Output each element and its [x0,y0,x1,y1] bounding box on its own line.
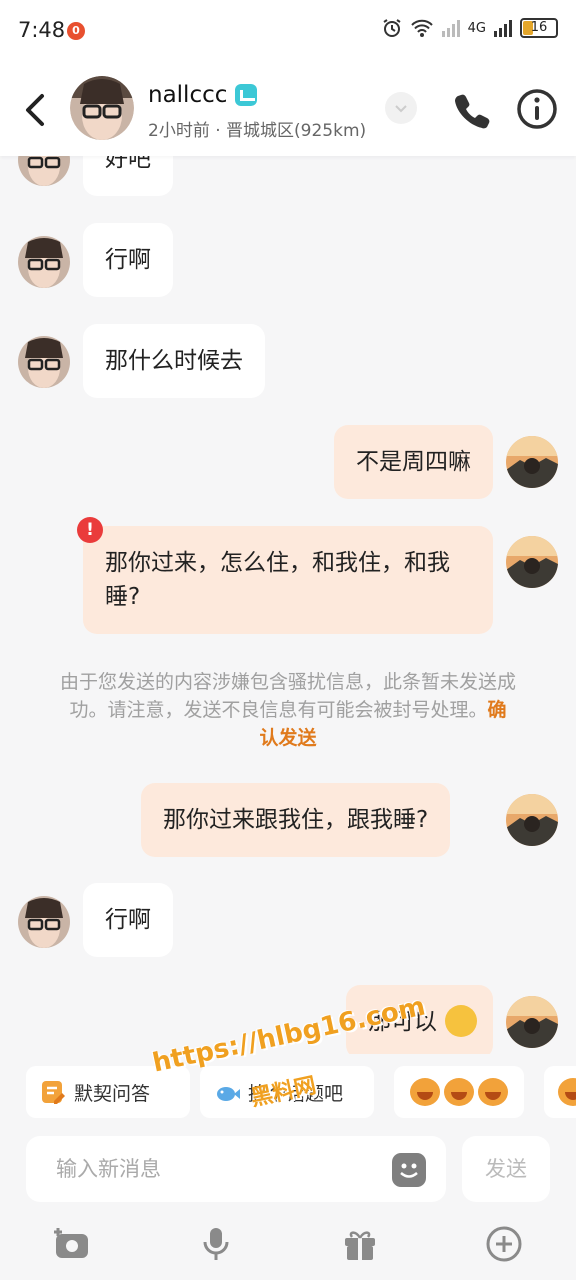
contact-avatar-small[interactable] [18,896,70,948]
message-bubble-incoming[interactable]: 好吧 [83,156,173,196]
camera-icon[interactable] [52,1224,92,1264]
plus-circle-icon[interactable] [484,1224,524,1264]
quick-reply-label: 默契问答 [74,1082,151,1105]
quick-reply-chip-partial[interactable] [544,1066,576,1118]
pencil-icon [42,1081,65,1104]
status-time: 7:48 [18,18,66,42]
info-button[interactable] [516,88,558,130]
message-bubble-outgoing[interactable]: 那可以 [346,985,493,1054]
network-label: 4G [467,20,486,36]
message-text: 那可以 [368,1009,437,1035]
bottom-toolbar [0,1212,576,1280]
quick-reply-chip[interactable]: 撩个话题吧 [200,1066,374,1118]
laughing-face-icon [444,1078,474,1106]
contact-avatar-small[interactable] [18,156,70,186]
my-avatar[interactable] [506,996,558,1048]
signal-icon-2 [494,19,512,37]
my-avatar[interactable] [506,536,558,588]
status-icons: 4G 16 [382,18,558,38]
battery-icon: 16 [520,18,558,38]
verified-badge-icon [235,84,258,106]
message-bubble-incoming[interactable]: 行啊 [83,223,173,297]
message-bubble-outgoing[interactable]: 不是周四嘛 [334,425,493,499]
message-bubble-outgoing[interactable]: 那你过来跟我住，跟我睡? [141,783,451,857]
system-warning-note: 由于您发送的内容涉嫌包含骚扰信息，此条暂未发送成功。请注意，发送不良信息有可能会… [60,668,516,752]
send-button[interactable]: 发送 [462,1136,550,1202]
gift-icon[interactable] [340,1224,380,1264]
quick-reply-chip[interactable]: 默契问答 [26,1066,190,1118]
notification-badge: 0 [67,22,85,40]
back-arrow-icon[interactable] [20,92,50,128]
message-bubble-incoming[interactable]: 行啊 [83,883,173,957]
emoji-picker-button[interactable] [392,1153,426,1187]
status-bar: 7:48 0 4G 16 [0,0,576,64]
my-avatar[interactable] [506,436,558,488]
contact-avatar-small[interactable] [18,336,70,388]
contact-name-row: nallccc [148,82,258,108]
laughing-emoji-icon [445,1005,477,1037]
contact-avatar[interactable] [70,76,134,140]
my-avatar[interactable] [506,794,558,846]
smiley-icon [400,1163,418,1178]
mic-icon[interactable] [196,1224,236,1264]
message-list[interactable]: 好吧 行啊 那什么时候去 不是周四嘛 那你过来，怎么住，和我住，和我睡? ! 由… [0,156,576,1054]
chat-header: nallccc 2小时前 · 晋城城区(925km) [0,64,576,156]
laughing-face-icon [558,1078,576,1106]
compose-bar: 发送 [0,1136,576,1202]
wifi-icon [410,19,433,37]
laughing-face-icon [410,1078,440,1106]
quick-reply-bar[interactable]: 默契问答 撩个话题吧 [0,1062,576,1122]
fish-icon [217,1087,240,1101]
laughing-face-icon [478,1078,508,1106]
signal-icon-1 [441,19,460,37]
quick-reply-label: 撩个话题吧 [248,1082,344,1105]
message-input[interactable] [26,1136,446,1202]
contact-name: nallccc [148,82,228,108]
phone-call-button[interactable] [452,90,492,130]
contact-avatar-small[interactable] [18,236,70,288]
chevron-down-icon [395,105,407,113]
send-failed-icon[interactable]: ! [77,517,103,543]
expand-dropdown-button[interactable] [385,92,417,124]
message-bubble-outgoing-failed[interactable]: 那你过来，怎么住，和我住，和我睡? [83,526,493,634]
quick-reply-emoji-chip[interactable] [394,1066,524,1118]
message-bubble-incoming[interactable]: 那什么时候去 [83,324,265,398]
alarm-icon [383,19,401,37]
system-warning-text: 由于您发送的内容涉嫌包含骚扰信息，此条暂未发送成功。请注意，发送不良信息有可能会… [60,671,517,721]
contact-status: 2小时前 · 晋城城区(925km) [148,121,367,141]
